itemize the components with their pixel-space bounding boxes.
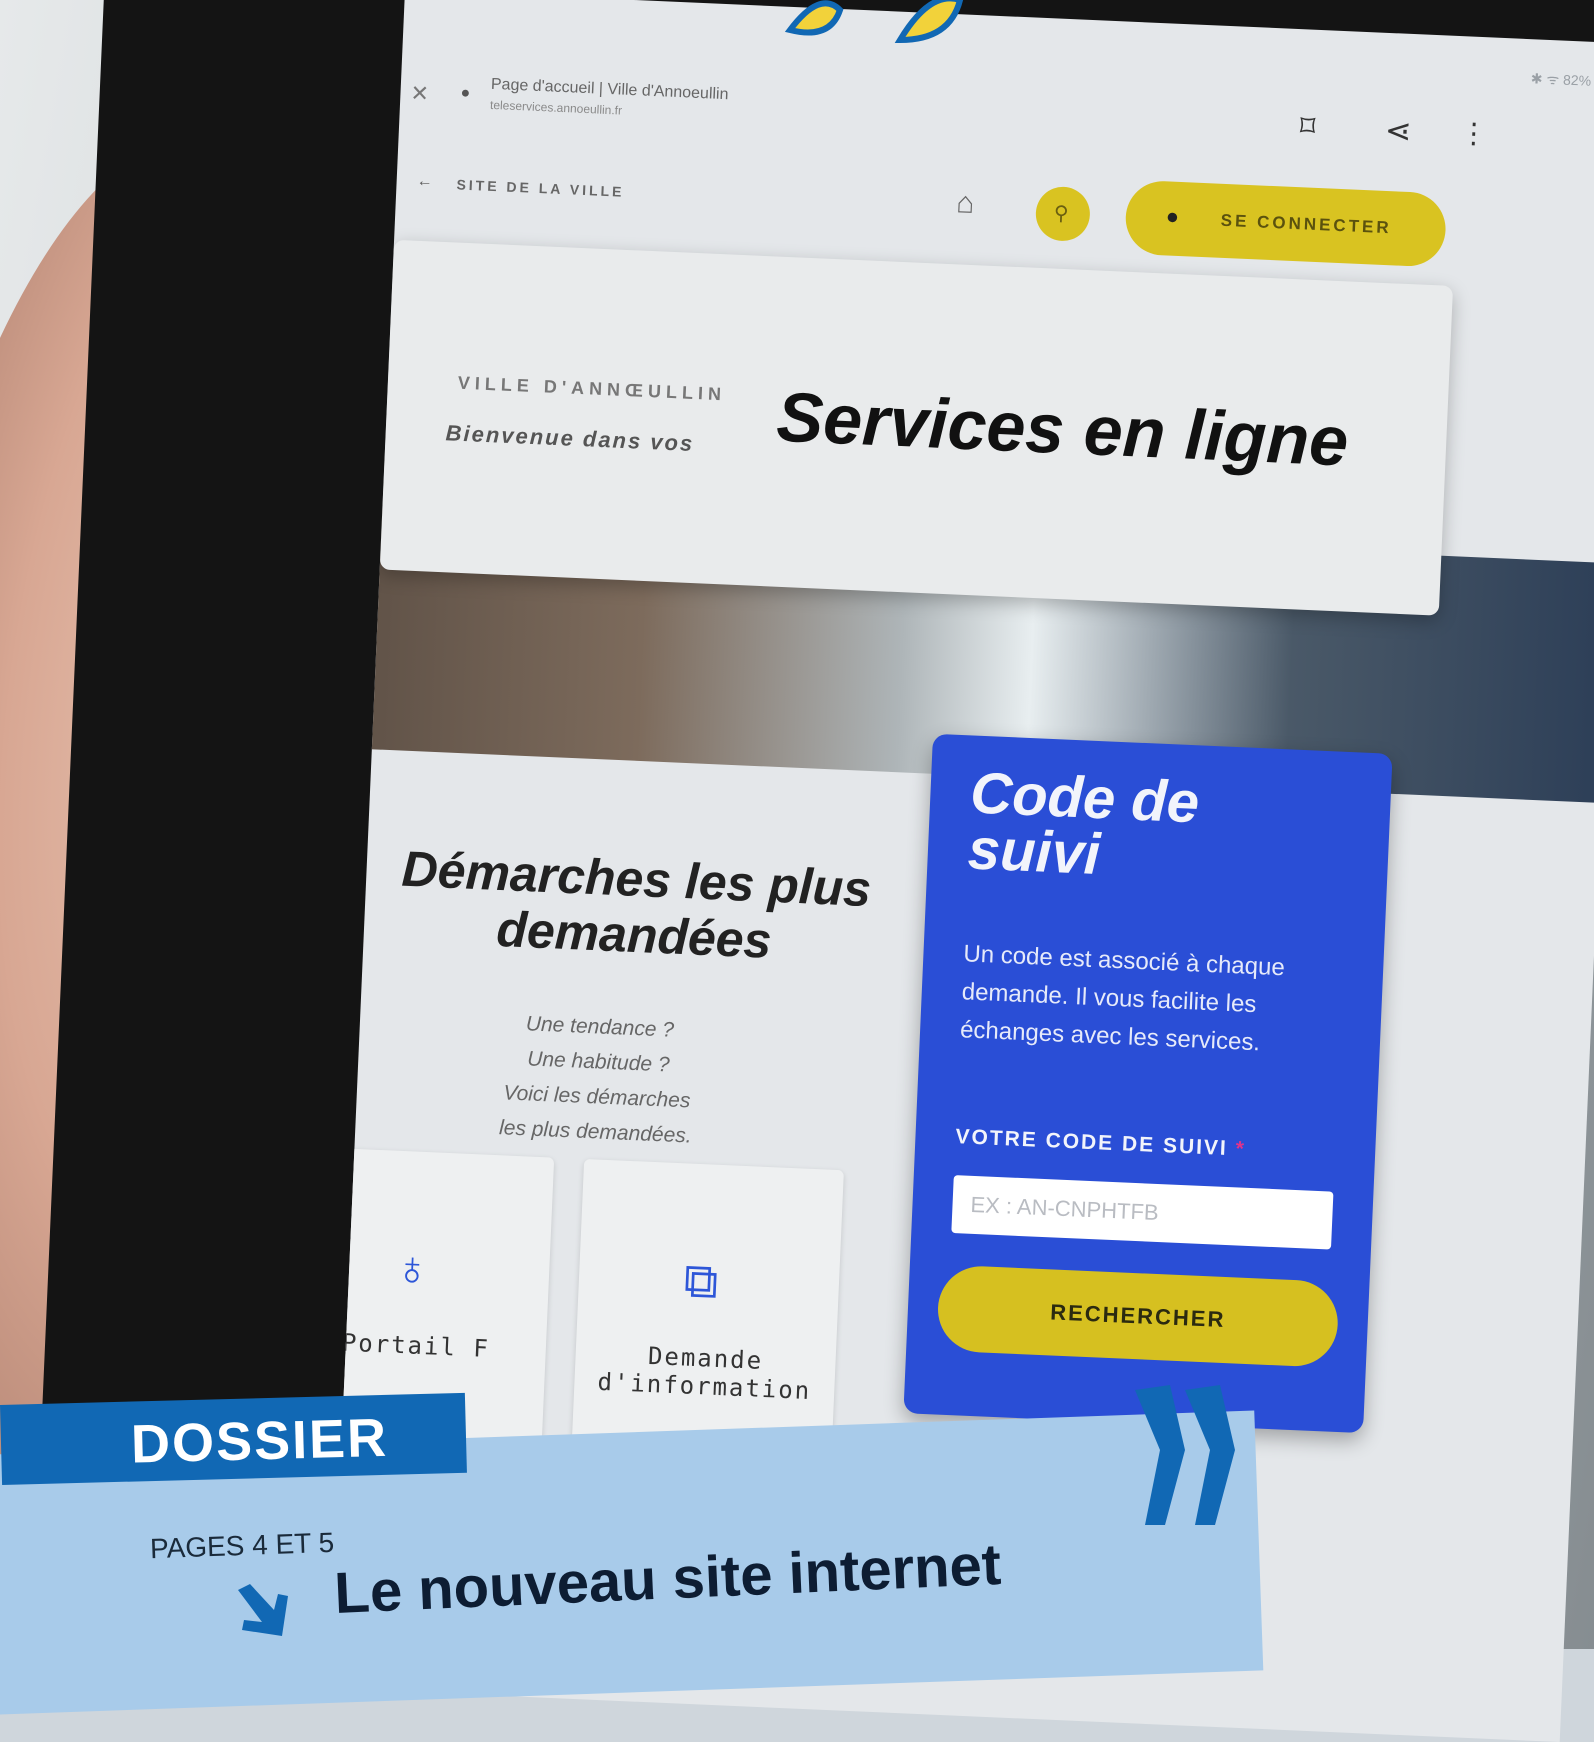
rechercher-button[interactable]: RECHERCHER [936,1264,1340,1368]
tile-demande-information[interactable]: ⧉ Demande d'information [571,1158,844,1470]
code-card-description: Un code est associé à chaque demande. Il… [959,940,1286,1057]
code-field-label: VOTRE CODE DE SUIVI * [955,1125,1246,1162]
tile-label: Portail F [341,1328,491,1363]
back-arrow-icon[interactable]: ← [416,173,433,192]
search-button[interactable]: ⚲ [1034,185,1092,243]
login-button[interactable]: ● SE CONNECTER [1124,179,1448,268]
page-title: Services en ligne [775,377,1350,481]
user-icon: ● [1165,203,1180,229]
arrow-down-right-icon [238,1584,288,1636]
lock-icon: ● [460,84,471,102]
code-field-label-text: VOTRE CODE DE SUIVI [955,1125,1229,1160]
code-de-suivi-card: Code de suivi Un code est associé à chaq… [903,733,1393,1434]
status-bar: ✱ ᯤ 82% ▮ 10 [1530,70,1594,90]
site-de-la-ville-link[interactable]: SITE DE LA VILLE [456,176,625,199]
bookmark-icon[interactable]: ⌑ [1299,109,1316,145]
hero-card: VILLE D'ANNŒULLIN Bienvenue dans vos Ser… [379,239,1454,616]
demarches-title: Démarches les plus demandées [400,840,873,969]
pages-reference: PAGES 4 ET 5 [149,1526,335,1565]
required-mark: * [1235,1137,1247,1161]
more-menu-icon[interactable]: ⋮ [1459,116,1488,150]
page-url[interactable]: teleservices.annoeullin.fr [490,98,623,118]
login-button-label: SE CONNECTER [1220,210,1393,238]
share-icon[interactable]: ⋖ [1384,111,1412,150]
code-card-title: Code de suivi [967,760,1201,887]
demarches-subtitle: Une tendance ? Une habitude ? Voici les … [445,1003,751,1156]
family-portal-icon: ♁ [393,1241,432,1297]
magazine-logo-mark [784,0,964,44]
city-name: VILLE D'ANNŒULLIN [457,372,727,405]
puzzle-doc-icon: ⧉ [682,1254,720,1309]
section-label: DOSSIER [130,1407,389,1475]
tracking-code-input[interactable] [951,1175,1334,1250]
close-icon[interactable]: ✕ [410,80,430,107]
search-icon: ⚲ [1053,202,1069,226]
dossier-tab: DOSSIER [0,1392,467,1485]
welcome-text: Bienvenue dans vos [445,420,695,457]
quote-mark-icon [1135,1385,1235,1525]
home-icon[interactable]: ⌂ [955,186,976,221]
tile-label: Demande d'information [596,1341,812,1406]
